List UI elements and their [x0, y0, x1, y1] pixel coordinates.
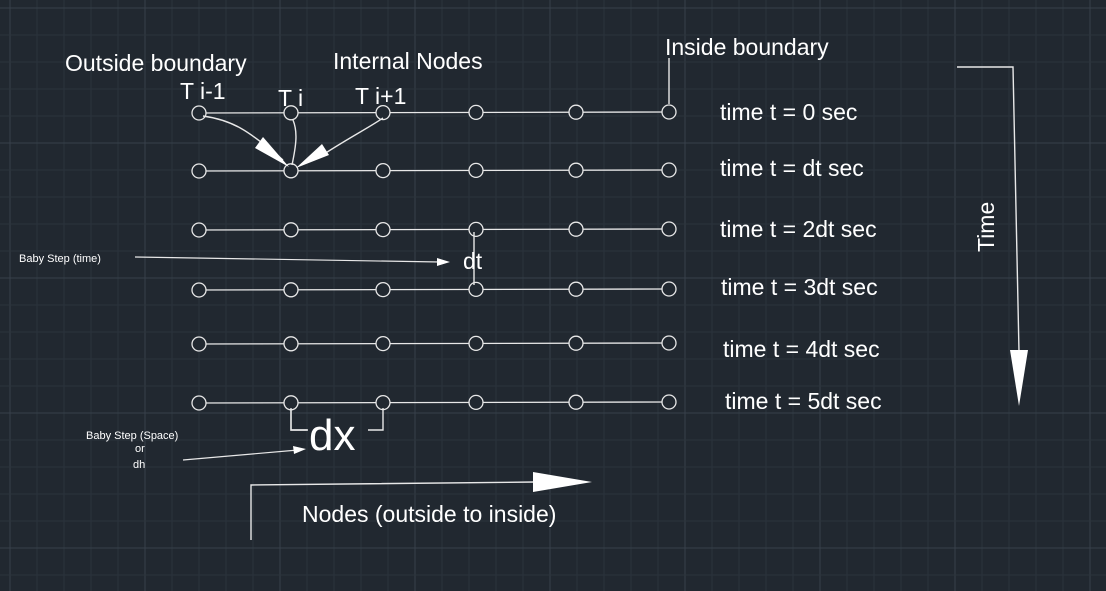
- dx-bracket-right: [368, 408, 384, 431]
- grid-node: [661, 221, 677, 237]
- grid-node: [283, 222, 299, 238]
- grid-node: [468, 221, 484, 238]
- nodes-axis-arrowhead: [533, 472, 592, 492]
- time-row-label: time t = 4dt sec: [723, 336, 880, 362]
- grid-node: [568, 162, 584, 178]
- stencil-curve-right: [317, 117, 384, 159]
- grid-node: [283, 395, 299, 411]
- time-row-line: [198, 288, 670, 291]
- time-axis-label: Time: [973, 202, 999, 252]
- inside-boundary-label: Inside boundary: [665, 34, 829, 60]
- dt-label: dt: [463, 248, 483, 274]
- grid-node: [568, 104, 584, 120]
- t-i-minus-1-label: T i-1: [180, 78, 226, 104]
- grid-node: [191, 395, 207, 411]
- time-axis-arrowhead: [1010, 350, 1028, 406]
- grid-node: [191, 282, 207, 298]
- stencil-arrowhead-right: [296, 144, 329, 168]
- grid-node: [283, 163, 299, 179]
- grid-node: [468, 104, 484, 121]
- grid-node: [283, 282, 299, 298]
- dx-bracket-left: [290, 408, 308, 431]
- stencil-arrows: [202, 115, 384, 166]
- grid-node: [468, 335, 484, 352]
- grid-node: [568, 335, 584, 351]
- time-row-line: [198, 228, 670, 231]
- grid-node: [468, 281, 484, 298]
- time-row-label: time t = 5dt sec: [725, 388, 882, 414]
- grid-node: [468, 162, 484, 179]
- finite-difference-diagram: Outside boundary Internal Nodes Inside b…: [0, 0, 1106, 591]
- time-row-label: time t = 0 sec: [720, 99, 857, 125]
- grid-node: [375, 281, 391, 298]
- t-i-label: T i: [278, 85, 303, 111]
- grid-node: [283, 336, 299, 352]
- grid-node: [375, 162, 391, 179]
- grid-node: [661, 281, 677, 297]
- grid-node: [661, 162, 677, 178]
- grid-node: [661, 335, 677, 351]
- time-row-line: [198, 111, 670, 114]
- internal-nodes-label: Internal Nodes: [333, 48, 483, 74]
- grid-node: [191, 163, 207, 179]
- baby-step-space-or-label: or: [135, 443, 145, 455]
- baby-step-time-arrow-line: [134, 256, 441, 263]
- grid-node: [661, 104, 677, 120]
- time-row-line: [198, 401, 670, 404]
- grid-node: [375, 221, 391, 238]
- nodes-axis-label: Nodes (outside to inside): [302, 501, 556, 527]
- grid-node: [375, 335, 391, 352]
- grid-node: [191, 105, 207, 121]
- diagram-canvas: Outside boundary Internal Nodes Inside b…: [0, 0, 1106, 591]
- grid-node: [568, 281, 584, 297]
- time-row-label: time t = 3dt sec: [721, 274, 878, 300]
- grid-node: [375, 394, 391, 411]
- time-row-labels: time t = 0 sec time t = dt sec time t = 2d…: [720, 99, 882, 414]
- grid-node: [468, 394, 484, 411]
- baby-step-space-dh-label: dh: [133, 459, 145, 471]
- baby-step-time-arrowhead: [437, 258, 450, 266]
- baby-step-space-arrow-line: [182, 449, 299, 461]
- time-row-line: [198, 342, 670, 345]
- time-row-label: time t = 2dt sec: [720, 216, 877, 242]
- baby-step-time-label: Baby Step (time): [19, 253, 101, 265]
- grid-node: [568, 394, 584, 410]
- grid-node: [568, 221, 584, 237]
- grid-node: [191, 336, 207, 352]
- outside-boundary-label: Outside boundary: [65, 50, 247, 76]
- stencil-arrowhead-left: [255, 137, 289, 167]
- grid-node: [191, 222, 207, 238]
- baby-step-space-label: Baby Step (Space): [86, 430, 178, 442]
- dx-label: dx: [309, 411, 355, 460]
- baby-step-space-arrowhead: [293, 446, 306, 454]
- time-row-label: time t = dt sec: [720, 155, 864, 181]
- grid-node: [661, 394, 677, 410]
- t-i-plus-1-label: T i+1: [355, 83, 406, 109]
